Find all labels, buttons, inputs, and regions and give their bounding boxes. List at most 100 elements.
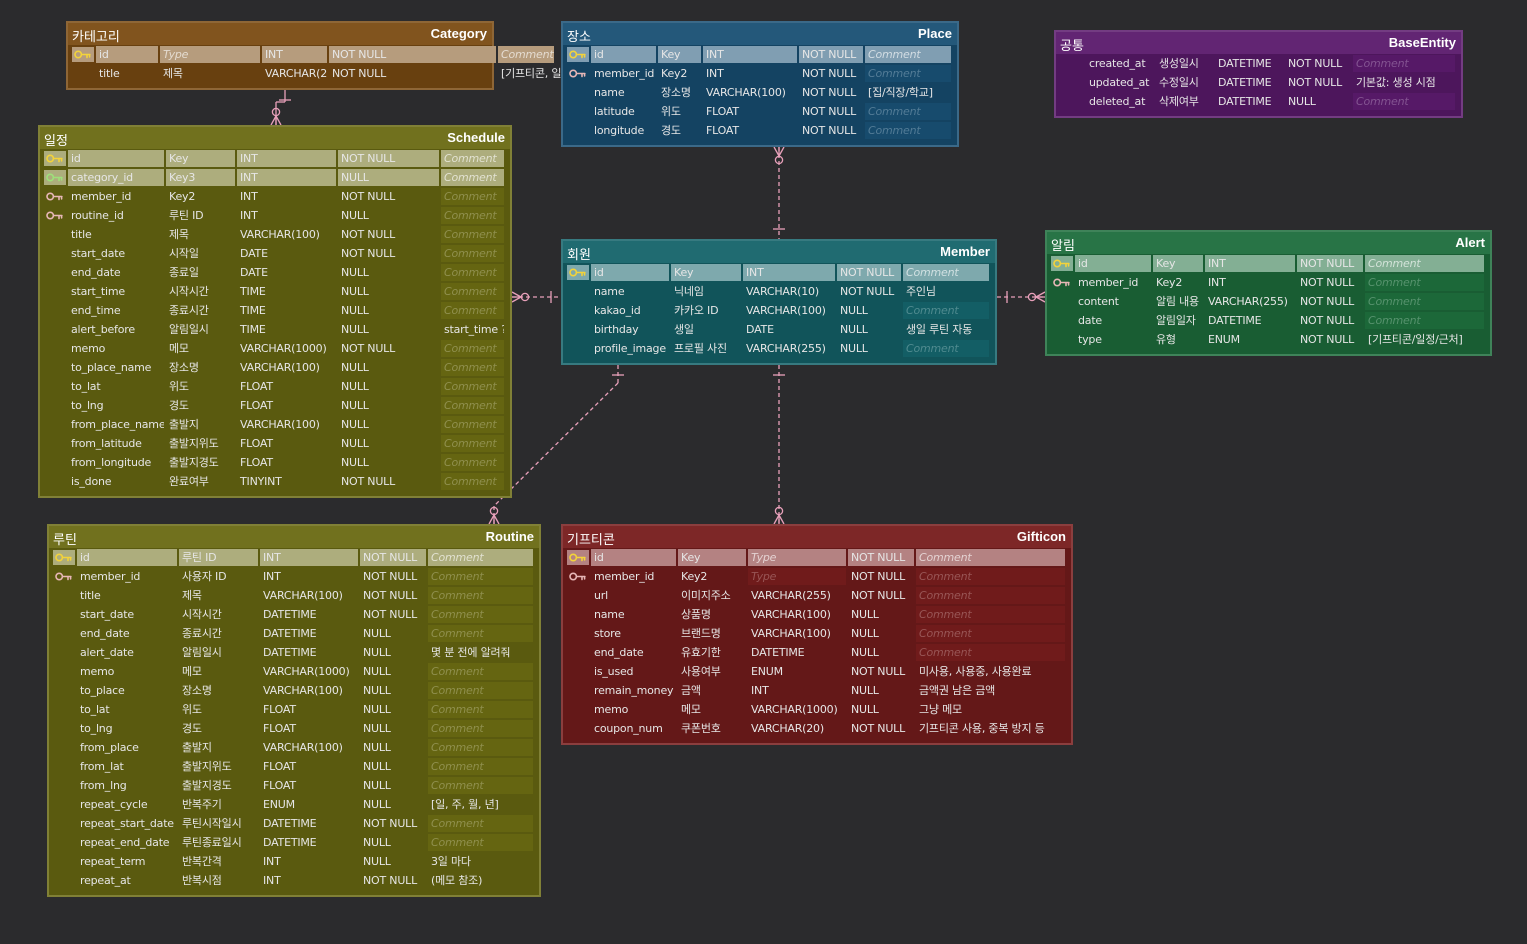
column-type: VARCHAR(1000) [751, 703, 838, 716]
column-row[interactable]: from_latitude 출발지위도 FLOAT NULL Comment [40, 434, 510, 453]
column-row[interactable]: end_date 유효기한 DATETIME NULL Comment [563, 643, 1071, 662]
column-row[interactable]: url 이미지주소 VARCHAR(255) NOT NULL Comment [563, 586, 1071, 605]
column-row[interactable]: id 루틴 ID INT NOT NULL Comment [49, 548, 539, 567]
column-row[interactable]: deleted_at 삭제여부 DATETIME NULL Comment [1056, 92, 1461, 111]
column-row[interactable]: id Key INT NOT NULL Comment [1047, 254, 1490, 273]
column-type: INT [263, 570, 281, 583]
entity-header[interactable]: 공통 BaseEntity [1056, 32, 1461, 54]
entity-place[interactable]: 장소 Place id Key INT NOT NULL Comment member_id K… [561, 21, 959, 147]
column-row[interactable]: repeat_at 반복시점 INT NOT NULL (메모 참조) [49, 871, 539, 890]
column-row[interactable]: from_place 출발지 VARCHAR(100) NULL Comment [49, 738, 539, 757]
column-nullable: NULL [840, 323, 868, 336]
column-row[interactable]: longitude 경도 FLOAT NOT NULL Comment [563, 121, 957, 140]
entity-header[interactable]: 루틴 Routine [49, 526, 539, 548]
column-row[interactable]: end_date 종료일 DATE NULL Comment [40, 263, 510, 282]
column-row[interactable]: repeat_end_date 루틴종료일시 DATETIME NULL Comment [49, 833, 539, 852]
column-key: 시작시간 [182, 608, 222, 621]
column-row[interactable]: to_place 장소명 VARCHAR(100) NULL Comment [49, 681, 539, 700]
column-row[interactable]: member_id Key2 Type NOT NULL Comment [563, 567, 1071, 586]
column-nullable: NULL [851, 684, 879, 697]
column-row[interactable]: created_at 생성일시 DATETIME NOT NULL Comment [1056, 54, 1461, 73]
column-row[interactable]: coupon_num 쿠폰번호 VARCHAR(20) NOT NULL 기프티콘 사용… [563, 719, 1071, 738]
column-row[interactable]: latitude 위도 FLOAT NOT NULL Comment [563, 102, 957, 121]
entity-member[interactable]: 회원 Member id Key INT NOT NULL Comment name 닉네임 VA… [561, 239, 997, 365]
column-row[interactable]: member_id Key2 INT NOT NULL Comment [1047, 273, 1490, 292]
column-name: end_date [80, 627, 130, 640]
column-row[interactable]: id Key INT NOT NULL Comment [563, 45, 957, 64]
column-row[interactable]: alert_before 알림일시 TIME NULL start_time ?분 전 [40, 320, 510, 339]
column-row[interactable]: to_lat 위도 FLOAT NULL Comment [49, 700, 539, 719]
column-row[interactable]: end_date 종료시간 DATETIME NULL Comment [49, 624, 539, 643]
column-row[interactable]: name 장소명 VARCHAR(100) NOT NULL [집/직장/학교] [563, 83, 957, 102]
column-row[interactable]: from_place_name 출발지 VARCHAR(100) NULL Commen… [40, 415, 510, 434]
column-row[interactable]: from_longitude 출발지경도 FLOAT NULL Comment [40, 453, 510, 472]
entity-header[interactable]: 기프티콘 Gifticon [563, 526, 1071, 548]
column-row[interactable]: id Type INT NOT NULL Comment [68, 45, 554, 64]
entity-header[interactable]: 회원 Member [563, 241, 995, 263]
column-row[interactable]: to_lat 위도 FLOAT NULL Comment [40, 377, 510, 396]
entity-category[interactable]: 카테고리 Category id Type INT NOT NULL Comment titl… [66, 21, 638, 90]
column-row[interactable]: memo 메모 VARCHAR(1000) NULL 그냥 메모 [563, 700, 1071, 719]
column-row[interactable]: repeat_start_date 루틴시작일시 DATETIME NOT NULL C… [49, 814, 539, 833]
column-row[interactable]: name 닉네임 VARCHAR(10) NOT NULL 주인님 [563, 282, 995, 301]
column-row[interactable]: date 알림일자 DATETIME NOT NULL Comment [1047, 311, 1490, 330]
column-row[interactable]: remain_money 금액 INT NULL 금액권 남은 금액 [563, 681, 1071, 700]
column-row[interactable]: member_id 사용자 ID INT NOT NULL Comment [49, 567, 539, 586]
column-type: VARCHAR(10) [746, 285, 819, 298]
column-row[interactable]: member_id Key2 INT NOT NULL Comment [40, 187, 510, 206]
entity-header[interactable]: 장소 Place [563, 23, 957, 45]
column-row[interactable]: routine_id 루틴 ID INT NULL Comment [40, 206, 510, 225]
column-row[interactable]: id Key INT NOT NULL Comment [563, 263, 995, 282]
column-row[interactable]: member_id Key2 INT NOT NULL Comment [563, 64, 957, 83]
column-nullable: NOT NULL [363, 589, 418, 602]
column-row[interactable]: repeat_cycle 반복주기 ENUM NULL [일, 주, 월, 년] [49, 795, 539, 814]
column-row[interactable]: repeat_term 반복간격 INT NULL 3일 마다 [49, 852, 539, 871]
column-row[interactable]: memo 메모 VARCHAR(1000) NULL Comment [49, 662, 539, 681]
column-row[interactable]: profile_image 프로필 사진 VARCHAR(255) NULL Comme… [563, 339, 995, 358]
column-key: 출발지경도 [169, 456, 219, 469]
column-row[interactable]: updated_at 수정일시 DATETIME NOT NULL 기본값: 생성 시점 [1056, 73, 1461, 92]
column-row[interactable]: start_date 시작시간 DATETIME NOT NULL Comment [49, 605, 539, 624]
column-row[interactable]: from_lat 출발지위도 FLOAT NULL Comment [49, 757, 539, 776]
column-key: 사용여부 [681, 665, 721, 678]
column-row[interactable]: store 브랜드명 VARCHAR(100) NULL Comment [563, 624, 1071, 643]
column-name: start_date [71, 247, 125, 260]
entity-name-en: Schedule [447, 130, 505, 145]
entity-base[interactable]: 공통 BaseEntity created_at 생성일시 DATETIME NOT NU… [1054, 30, 1463, 118]
column-row[interactable]: is_used 사용여부 ENUM NOT NULL 미사용, 사용중, 사용완료 [563, 662, 1071, 681]
column-row[interactable]: kakao_id 카카오 ID VARCHAR(100) NULL Comment [563, 301, 995, 320]
column-key: 알림일자 [1156, 314, 1196, 327]
crowfoot-mark [1035, 291, 1046, 298]
entity-header[interactable]: 카테고리 Category [68, 23, 492, 45]
column-row[interactable]: title 제목 VARCHAR(100) NOT NULL Comment [49, 586, 539, 605]
column-row[interactable]: name 상품명 VARCHAR(100) NULL Comment [563, 605, 1071, 624]
column-row[interactable]: is_done 완료여부 TINYINT NOT NULL Comment [40, 472, 510, 491]
column-row[interactable]: type 유형 ENUM NOT NULL [기프티콘/일정/근처] [1047, 330, 1490, 349]
column-row[interactable]: id Key Type NOT NULL Comment [563, 548, 1071, 567]
column-row[interactable]: birthday 생일 DATE NULL 생일 루틴 자동 [563, 320, 995, 339]
column-row[interactable]: alert_date 알림일시 DATETIME NULL 몇 분 전에 알려줘 [49, 643, 539, 662]
entity-gifticon[interactable]: 기프티콘 Gifticon id Key Type NOT NULL Comment memb… [561, 524, 1073, 745]
crowfoot-mark [778, 514, 785, 525]
column-row[interactable]: to_place_name 장소명 VARCHAR(100) NULL Comment [40, 358, 510, 377]
column-row[interactable]: end_time 종료시간 TIME NULL Comment [40, 301, 510, 320]
column-comment: Comment [441, 188, 504, 205]
column-row[interactable]: content 알림 내용 VARCHAR(255) NOT NULL Comment [1047, 292, 1490, 311]
column-row[interactable]: title제목VARCHAR(20)NOT NULL[기프티콘, 일정, 기념일… [68, 64, 638, 83]
column-row[interactable]: start_time 시작시간 TIME NULL Comment [40, 282, 510, 301]
column-row[interactable]: category_id Key3 INT NULL Comment [40, 168, 510, 187]
column-row[interactable]: start_date 시작일 DATE NOT NULL Comment [40, 244, 510, 263]
column-nullable: NULL [341, 418, 369, 431]
entity-schedule[interactable]: 일정 Schedule id Key INT NOT NULL Comment categor… [38, 125, 512, 498]
column-row[interactable]: id Key INT NOT NULL Comment [40, 149, 510, 168]
entity-header[interactable]: 일정 Schedule [40, 127, 510, 149]
entity-alert[interactable]: 알림 Alert id Key INT NOT NULL Comment member_id K… [1045, 230, 1492, 356]
column-row[interactable]: to_lng 경도 FLOAT NULL Comment [40, 396, 510, 415]
column-nullable: NOT NULL [341, 190, 396, 203]
column-row[interactable]: from_lng 출발지경도 FLOAT NULL Comment [49, 776, 539, 795]
entity-header[interactable]: 알림 Alert [1047, 232, 1490, 254]
column-row[interactable]: to_lng 경도 FLOAT NULL Comment [49, 719, 539, 738]
column-row[interactable]: title 제목 VARCHAR(100) NOT NULL Comment [40, 225, 510, 244]
entity-routine[interactable]: 루틴 Routine id 루틴 ID INT NOT NULL Comment member… [47, 524, 541, 897]
column-row[interactable]: memo 메모 VARCHAR(1000) NOT NULL Comment [40, 339, 510, 358]
